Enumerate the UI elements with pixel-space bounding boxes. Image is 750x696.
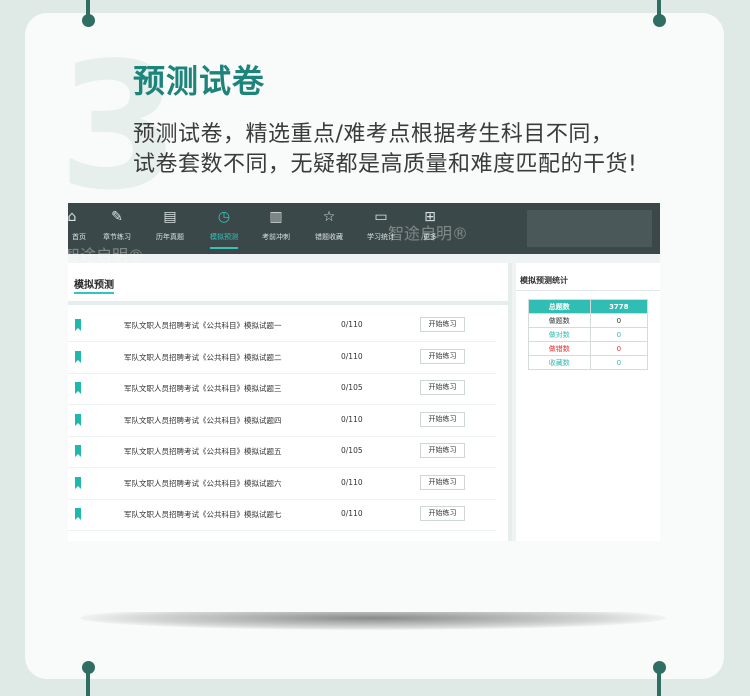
stat-value: 0 — [589, 313, 649, 328]
exam-list-panel: 模拟预测 军队文职人员招聘考试《公共科目》模拟试题一 0/110 开始练习 军队文职人… — [68, 263, 508, 541]
start-practice-button[interactable]: 开始练习 — [420, 348, 465, 364]
home-icon: ⌂ — [67, 209, 77, 225]
bookmark-icon — [75, 413, 81, 426]
exam-progress: 0/105 — [341, 383, 363, 392]
exam-progress: 0/105 — [341, 446, 363, 455]
nav-chapter-practice[interactable]: ✎ 章节练习 — [91, 209, 143, 242]
bookmark-icon — [75, 445, 81, 457]
start-practice-button[interactable]: 开始练习 — [420, 317, 465, 332]
stat-value: 0 — [589, 341, 649, 356]
bookmark-icon — [75, 319, 81, 331]
exam-name[interactable]: 军队文职人员招聘考试《公共科目》模拟试题六 — [124, 478, 282, 489]
stats-icon: ▭ — [374, 209, 388, 225]
edit-icon: ✎ — [111, 209, 123, 225]
exam-name[interactable]: 军队文职人员招聘考试《公共科目》模拟试题五 — [124, 446, 282, 457]
exam-progress: 0/110 — [341, 509, 363, 518]
nav-past-exams[interactable]: ▤ 历年真题 — [144, 209, 196, 242]
pin-bottom-right — [657, 670, 661, 696]
start-practice-button[interactable]: 开始练习 — [420, 380, 465, 395]
exam-progress: 0/110 — [341, 414, 363, 424]
stat-value: 3778 — [589, 299, 649, 314]
start-practice-button[interactable]: 开始练习 — [420, 506, 465, 521]
app-screenshot: ⌂ 首页 ✎ 章节练习 ▤ 历年真题 ◷ 模拟预测 ▥ 考前冲刺 ☆ 错题收藏 … — [64, 203, 660, 541]
exam-progress: 0/110 — [341, 320, 363, 329]
exam-progress: 0/110 — [341, 351, 363, 361]
exam-row: 军队文职人员招聘考试《公共科目》模拟试题四 0/110 开始练习 — [68, 405, 496, 437]
bookmark-icon — [75, 350, 81, 363]
bookmark-icon — [75, 476, 81, 489]
active-tab-underline — [210, 247, 238, 249]
stat-label: 做对数 — [528, 327, 591, 342]
exam-progress: 0/110 — [341, 477, 363, 487]
clock-icon: ◷ — [217, 209, 231, 225]
start-practice-button[interactable]: 开始练习 — [420, 411, 465, 427]
stats-table: 总题数 3778 做题数 0 做对数 0 做错数 0 收藏数 0 — [528, 299, 649, 370]
exam-row: 军队文职人员招聘考试《公共科目》模拟试题五 0/105 开始练习 — [68, 436, 496, 468]
exam-name[interactable]: 军队文职人员招聘考试《公共科目》模拟试题二 — [124, 352, 282, 363]
page-title: 预测试卷 — [133, 62, 266, 100]
bookmark-icon — [75, 382, 81, 394]
stat-value: 0 — [589, 327, 649, 342]
nav-wrong-favorites[interactable]: ☆ 错题收藏 — [303, 209, 355, 242]
stats-row: 总题数 3778 — [528, 299, 649, 314]
stats-row: 做题数 0 — [528, 313, 649, 328]
top-nav-bar: ⌂ 首页 ✎ 章节练习 ▤ 历年真题 ◷ 模拟预测 ▥ 考前冲刺 ☆ 错题收藏 … — [64, 203, 660, 265]
stat-label: 总题数 — [528, 299, 591, 314]
stats-row: 做错数 0 — [528, 341, 649, 356]
stats-title: 模拟预测统计 — [520, 276, 568, 285]
star-icon: ☆ — [322, 209, 336, 225]
document-icon: ▤ — [163, 209, 177, 225]
start-practice-button[interactable]: 开始练习 — [420, 443, 465, 458]
stat-value: 0 — [589, 355, 649, 370]
start-practice-button[interactable]: 开始练习 — [420, 474, 465, 490]
stats-row: 做对数 0 — [528, 327, 649, 342]
nav-mock-forecast[interactable]: ◷ 模拟预测 — [198, 209, 250, 249]
pin-top-right-dot — [653, 14, 666, 27]
stat-label: 做错数 — [528, 341, 591, 356]
stats-row: 收藏数 0 — [528, 355, 649, 370]
exam-row: 军队文职人员招聘考试《公共科目》模拟试题一 0/110 开始练习 — [68, 310, 496, 342]
exam-name[interactable]: 军队文职人员招聘考试《公共科目》模拟试题七 — [124, 509, 282, 520]
exam-name[interactable]: 军队文职人员招聘考试《公共科目》模拟试题一 — [124, 320, 282, 331]
stats-panel: 模拟预测统计 总题数 3778 做题数 0 做对数 0 做错数 0 收藏数 0 — [516, 263, 660, 541]
nav-sprint[interactable]: ▥ 考前冲刺 — [250, 209, 302, 242]
exam-row: 军队文职人员招聘考试《公共科目》模拟试题七 0/110 开始练习 — [68, 499, 496, 531]
book-icon: ▥ — [269, 209, 283, 225]
exam-name[interactable]: 军队文职人员招聘考试《公共科目》模拟试题四 — [124, 415, 282, 426]
stat-label: 收藏数 — [528, 355, 591, 370]
pin-bottom-left — [86, 670, 90, 696]
description-line-1: 预测试卷，精选重点/难考点根据考生科目不同， — [133, 122, 614, 147]
description-line-2: 试卷套数不同，无疑都是高质量和难度匹配的干货! — [133, 152, 638, 177]
exam-row: 军队文职人员招聘考试《公共科目》模拟试题六 0/110 开始练习 — [68, 468, 496, 500]
stat-label: 做题数 — [528, 313, 591, 328]
bookmark-icon — [75, 508, 81, 520]
exam-row: 军队文职人员招聘考试《公共科目》模拟试题二 0/110 开始练习 — [68, 342, 496, 374]
user-area[interactable] — [527, 210, 652, 247]
panel-title: 模拟预测 — [74, 280, 114, 291]
exam-row: 军队文职人员招聘考试《公共科目》模拟试题三 0/105 开始练习 — [68, 373, 496, 405]
exam-name[interactable]: 军队文职人员招聘考试《公共科目》模拟试题三 — [124, 383, 282, 394]
watermark-text: 智途启明® — [388, 224, 469, 243]
